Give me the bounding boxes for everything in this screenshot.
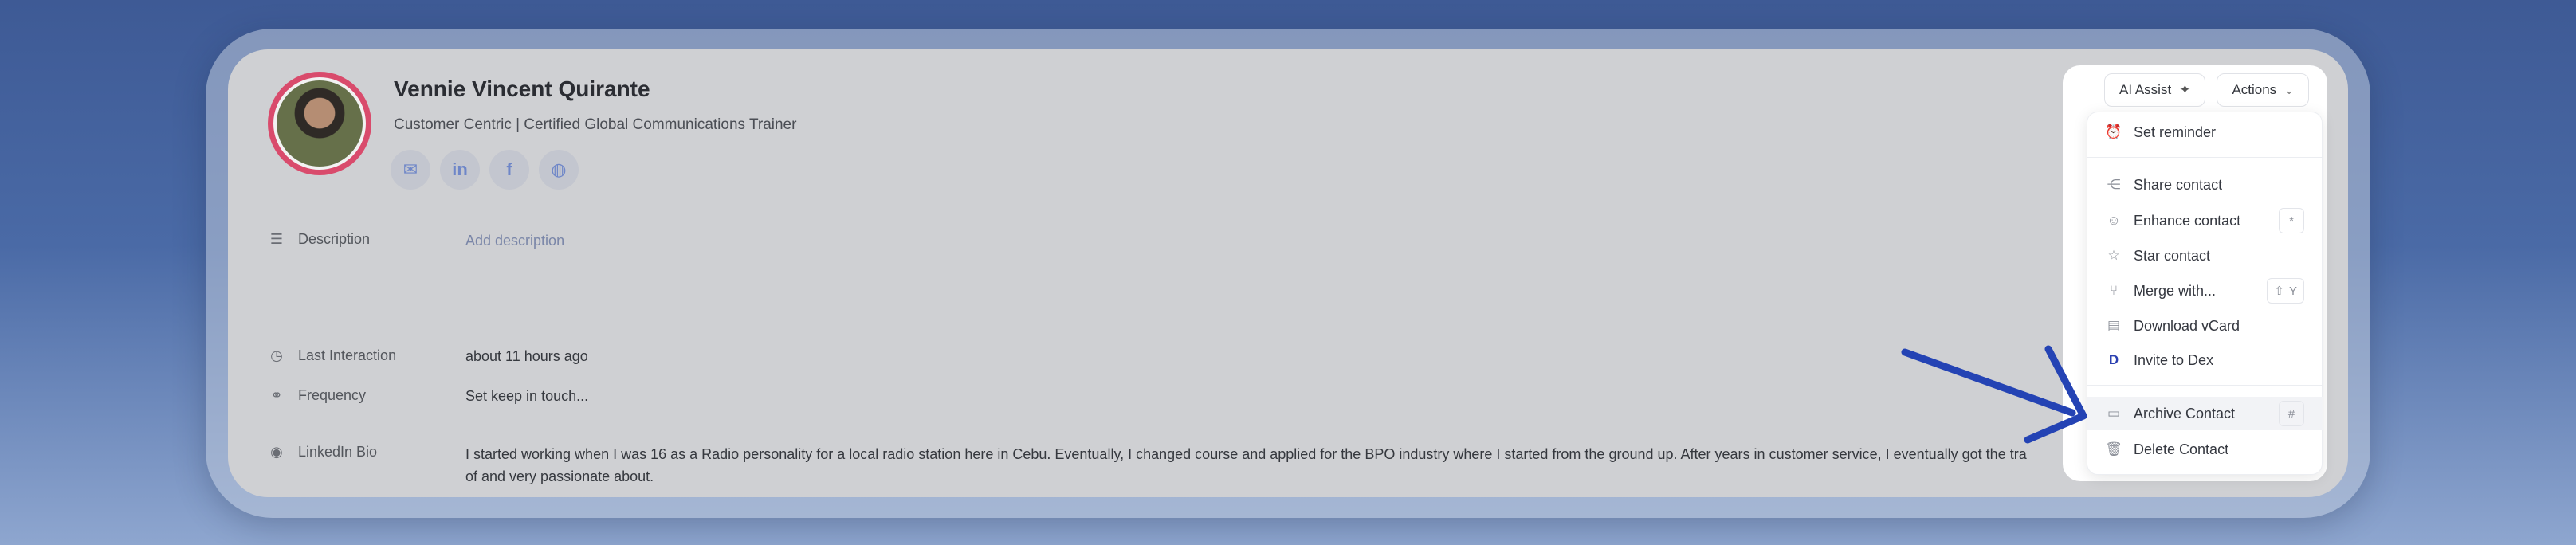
arrow-shaft (1901, 348, 2076, 417)
pointer-arrow (1901, 345, 2087, 444)
arrow-head (2024, 345, 2087, 444)
